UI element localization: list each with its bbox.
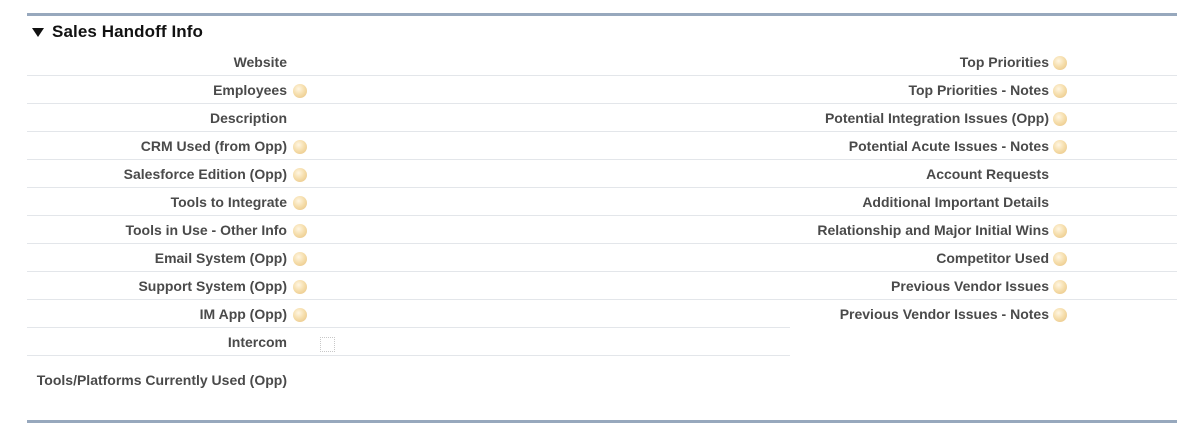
field-label: Additional Important Details	[862, 194, 1049, 210]
help-bubble-icon[interactable]	[1053, 84, 1067, 98]
field-row-account-requests: Account Requests	[790, 160, 1177, 188]
help-bubble-icon[interactable]	[293, 308, 307, 322]
field-label: Competitor Used	[936, 250, 1049, 266]
field-row-previous-vendor-issues: Previous Vendor Issues	[790, 272, 1177, 300]
help-bubble-icon[interactable]	[1053, 252, 1067, 266]
field-label: Top Priorities - Notes	[908, 82, 1049, 98]
field-row-additional-important-details: Additional Important Details	[790, 188, 1177, 216]
field-label: Tools to Integrate	[170, 194, 287, 210]
help-bubble-icon[interactable]	[293, 196, 307, 210]
field-label: Employees	[213, 82, 287, 98]
section-bottom-border	[27, 420, 1177, 423]
field-label: IM App (Opp)	[199, 306, 287, 322]
field-label: Website	[233, 54, 287, 70]
section-header[interactable]: Sales Handoff Info	[32, 21, 203, 43]
field-label: Support System (Opp)	[138, 278, 287, 294]
field-row-potential-integration-issues-opp: Potential Integration Issues (Opp)	[790, 104, 1177, 132]
help-bubble-icon[interactable]	[293, 252, 307, 266]
field-label: CRM Used (from Opp)	[140, 138, 287, 154]
section-title: Sales Handoff Info	[52, 22, 204, 41]
triangle-down-icon[interactable]	[32, 28, 44, 37]
help-bubble-icon[interactable]	[293, 280, 307, 294]
field-row-competitor-used: Competitor Used	[790, 244, 1177, 272]
field-label: Account Requests	[926, 166, 1049, 182]
field-row-top-priorities-notes: Top Priorities - Notes	[790, 76, 1177, 104]
field-label: Relationship and Major Initial Wins	[817, 222, 1049, 238]
field-row-previous-vendor-issues-notes: Previous Vendor Issues - Notes	[790, 300, 1177, 327]
field-label: Tools/Platforms Currently Used (Opp)	[36, 372, 287, 388]
help-bubble-icon[interactable]	[1053, 224, 1067, 238]
field-row-relationship-and-major-initial-wins: Relationship and Major Initial Wins	[790, 216, 1177, 244]
field-label: Description	[209, 110, 287, 126]
help-bubble-icon[interactable]	[1053, 112, 1067, 126]
field-label: Previous Vendor Issues	[891, 278, 1049, 294]
help-bubble-icon[interactable]	[1053, 280, 1067, 294]
field-row-intercom: Intercom	[27, 328, 790, 356]
field-label: Salesforce Edition (Opp)	[123, 166, 287, 182]
field-label: Top Priorities	[959, 54, 1049, 70]
section-top-border	[27, 13, 1177, 16]
field-label: Previous Vendor Issues - Notes	[839, 306, 1049, 322]
field-label: Potential Integration Issues (Opp)	[824, 110, 1049, 126]
field-label: Intercom	[227, 334, 287, 350]
intercom-checkbox	[320, 337, 335, 352]
help-bubble-icon[interactable]	[293, 140, 307, 154]
help-bubble-icon[interactable]	[1053, 140, 1067, 154]
field-row-tools-platforms-currently-used-opp: Tools/Platforms Currently Used (Opp)	[27, 356, 790, 410]
field-label: Tools in Use - Other Info	[125, 222, 287, 238]
field-row-top-priorities: Top Priorities	[790, 48, 1177, 76]
help-bubble-icon[interactable]	[1053, 56, 1067, 70]
field-row-potential-acute-issues-notes: Potential Acute Issues - Notes	[790, 132, 1177, 160]
right-field-column: Top Priorities Top Priorities - Notes Pote…	[790, 48, 1177, 327]
field-label: Email System (Opp)	[154, 250, 287, 266]
help-bubble-icon[interactable]	[1053, 308, 1067, 322]
help-bubble-icon[interactable]	[293, 224, 307, 238]
help-bubble-icon[interactable]	[293, 168, 307, 182]
help-bubble-icon[interactable]	[293, 84, 307, 98]
field-label: Potential Acute Issues - Notes	[848, 138, 1049, 154]
